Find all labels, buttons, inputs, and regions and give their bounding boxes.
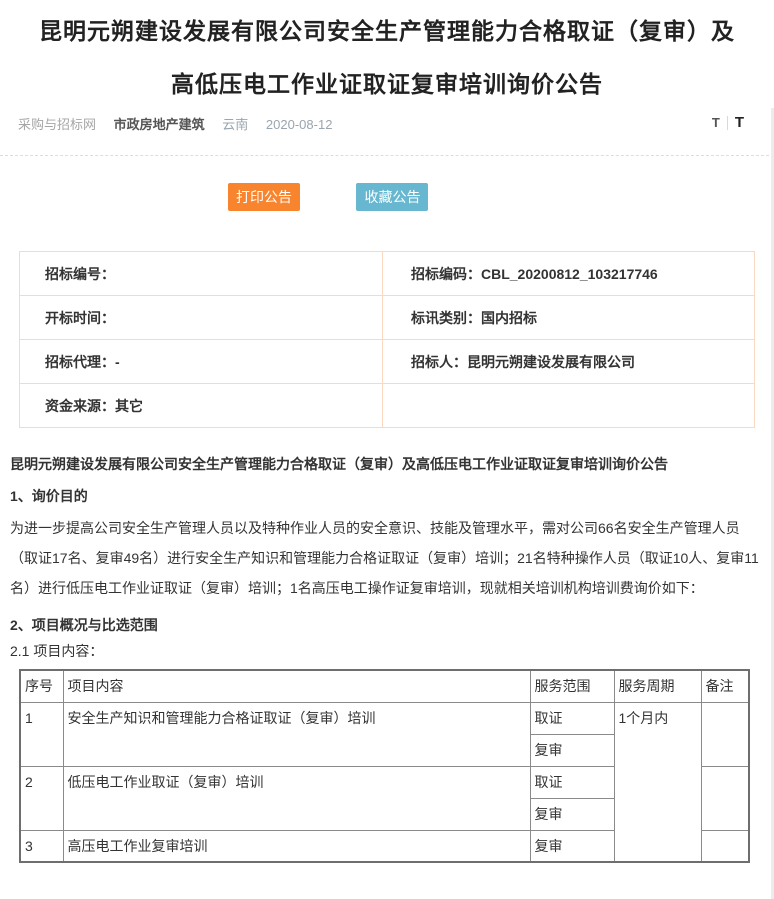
header-note: 备注 bbox=[701, 670, 749, 702]
print-announcement-button[interactable]: 打印公告 bbox=[228, 183, 300, 211]
info-table-row: 招标编号： 招标编码：CBL_20200812_103217746 bbox=[20, 252, 755, 296]
bid-category-value: 标讯类别：国内招标 bbox=[383, 296, 755, 340]
action-buttons-row: 打印公告 收藏公告 bbox=[0, 183, 774, 211]
tender-agent-value: 招标代理：- bbox=[20, 340, 383, 384]
project-row-1: 1 安全生产知识和管理能力合格证取证（复审）培训 取证 1个月内 bbox=[20, 702, 749, 734]
info-empty-cell bbox=[383, 384, 755, 428]
font-controls-divider bbox=[727, 116, 728, 130]
info-table-row: 开标时间： 标讯类别：国内招标 bbox=[20, 296, 755, 340]
page-title: 昆明元朔建设发展有限公司安全生产管理能力合格取证（复审）及 高低压电工作业证取证… bbox=[0, 0, 774, 105]
font-size-controls: T T bbox=[712, 114, 744, 131]
meta-publish-date: 2020-08-12 bbox=[266, 117, 333, 132]
row-2-scope-1: 取证 bbox=[530, 766, 614, 798]
header-seq: 序号 bbox=[20, 670, 63, 702]
header-content: 项目内容 bbox=[63, 670, 530, 702]
row-1-seq: 1 bbox=[20, 702, 63, 766]
meta-info: 采购与招标网 市政房地产建筑 云南 2020-08-12 bbox=[18, 114, 346, 133]
section-2-1-label: 2.1 项目内容： bbox=[10, 641, 764, 661]
row-3-note-cell bbox=[701, 830, 749, 862]
row-3-content: 高压电工作业复审培训 bbox=[63, 830, 530, 862]
font-decrease-button[interactable]: T bbox=[712, 115, 720, 130]
service-period-cell: 1个月内 bbox=[614, 702, 701, 862]
row-1-content: 安全生产知识和管理能力合格证取证（复审）培训 bbox=[63, 702, 530, 766]
announcement-content: 昆明元朔建设发展有限公司安全生产管理能力合格取证（复审）及高低压电工作业证取证复… bbox=[0, 454, 774, 863]
project-content-table: 序号 项目内容 服务范围 服务周期 备注 1 安全生产知识和管理能力合格证取证（… bbox=[19, 669, 750, 863]
header-scope: 服务范围 bbox=[530, 670, 614, 702]
tender-info-table: 招标编号： 招标编码：CBL_20200812_103217746 开标时间： … bbox=[19, 251, 755, 428]
meta-row: 采购与招标网 市政房地产建筑 云南 2020-08-12 T T bbox=[0, 105, 774, 156]
project-table-header-row: 序号 项目内容 服务范围 服务周期 备注 bbox=[20, 670, 749, 702]
announcement-page: 昆明元朔建设发展有限公司安全生产管理能力合格取证（复审）及 高低压电工作业证取证… bbox=[0, 0, 774, 899]
section-1-title: 1、询价目的 bbox=[10, 486, 764, 506]
row-1-scope-1: 取证 bbox=[530, 702, 614, 734]
row-3-scope-1: 复审 bbox=[530, 830, 614, 862]
row-2-note-cell bbox=[701, 766, 749, 830]
row-2-scope-2: 复审 bbox=[530, 798, 614, 830]
bid-opening-time-label: 开标时间： bbox=[20, 296, 383, 340]
funding-source-value: 资金来源：其它 bbox=[20, 384, 383, 428]
header-period: 服务周期 bbox=[614, 670, 701, 702]
row-3-seq: 3 bbox=[20, 830, 63, 862]
font-increase-button[interactable]: T bbox=[735, 114, 744, 131]
meta-source-site: 采购与招标网 bbox=[18, 117, 96, 132]
meta-region: 云南 bbox=[222, 117, 248, 132]
info-table-row: 招标代理：- 招标人：昆明元朔建设发展有限公司 bbox=[20, 340, 755, 384]
row-2-seq: 2 bbox=[20, 766, 63, 830]
section-1-body: 为进一步提高公司安全生产管理人员以及特种作业人员的安全意识、技能及管理水平，需对… bbox=[10, 513, 764, 603]
row-1-note-cell bbox=[701, 702, 749, 766]
section-2-title: 2、项目概况与比选范围 bbox=[10, 615, 764, 635]
info-table-row: 资金来源：其它 bbox=[20, 384, 755, 428]
tenderee-value: 招标人：昆明元朔建设发展有限公司 bbox=[383, 340, 755, 384]
tender-code-value: 招标编码：CBL_20200812_103217746 bbox=[383, 252, 755, 296]
content-heading: 昆明元朔建设发展有限公司安全生产管理能力合格取证（复审）及高低压电工作业证取证复… bbox=[10, 454, 764, 474]
page-title-line-2: 高低压电工作业证取证复审培训询价公告 bbox=[0, 63, 774, 105]
favorite-announcement-button[interactable]: 收藏公告 bbox=[356, 183, 428, 211]
row-1-scope-2: 复审 bbox=[530, 734, 614, 766]
meta-category: 市政房地产建筑 bbox=[114, 117, 205, 132]
row-2-content: 低压电工作业取证（复审）培训 bbox=[63, 766, 530, 830]
tender-number-label: 招标编号： bbox=[20, 252, 383, 296]
page-title-line-1: 昆明元朔建设发展有限公司安全生产管理能力合格取证（复审）及 bbox=[0, 10, 774, 52]
